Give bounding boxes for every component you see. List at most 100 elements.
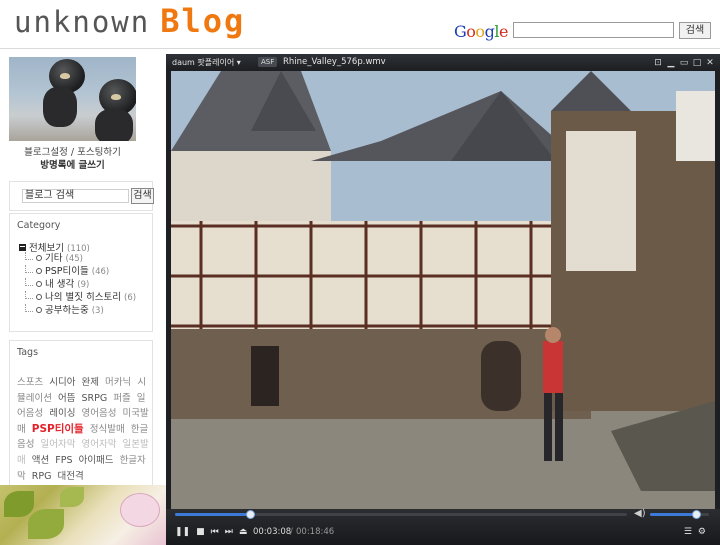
volume-handle[interactable] — [692, 510, 702, 519]
guestbook-link[interactable]: 방명록에 글쓰기 — [9, 159, 136, 172]
category-label: 기타 — [45, 253, 63, 264]
category-count: (3) — [91, 306, 104, 316]
google-logo: Google — [454, 22, 508, 41]
walking-person-leg — [544, 393, 552, 461]
google-letter: G — [454, 22, 467, 41]
stop-icon[interactable]: ■ — [196, 526, 205, 538]
blog-search-button[interactable]: 검색 — [131, 188, 154, 204]
admin-links[interactable]: 블로그설정 / 포스팅하기 — [9, 146, 136, 159]
category-item[interactable]: PSP티이들 (46) — [22, 265, 148, 278]
bullet-icon — [36, 294, 42, 300]
profile-image — [9, 57, 136, 141]
tag-link[interactable]: SRPG — [82, 393, 108, 404]
tag-link[interactable]: PSP티이들 — [32, 423, 84, 435]
right-timber-wall — [566, 131, 636, 271]
category-label: 나의 별짓 히스토리 — [45, 292, 121, 303]
tag-link[interactable]: 일어자막 — [41, 439, 76, 450]
tag-link[interactable]: 대전격 — [58, 471, 84, 482]
category-label: 내 생각 — [45, 279, 75, 290]
playback-buttons: ❚❚ ■ ⏮ ⏭ ⏏ — [175, 526, 253, 538]
seek-handle[interactable] — [246, 510, 256, 519]
player-brand-menu[interactable]: daum 팟플레이어 ▾ — [172, 57, 241, 68]
google-letter: g — [484, 22, 495, 41]
video-player: daum 팟플레이어 ▾ ASF Rhine_Valley_576p.wmv ⊡… — [166, 54, 720, 545]
player-titlebar[interactable]: daum 팟플레이어 ▾ ASF Rhine_Valley_576p.wmv ⊡… — [166, 54, 720, 71]
window-controls: ⊡ ▁ ▭ □ ✕ — [650, 57, 715, 68]
blog-logo-text: unknown — [14, 5, 151, 39]
video-scene — [171, 71, 715, 509]
tag-link[interactable]: 머카닉 — [105, 377, 131, 388]
bullet-icon — [36, 255, 42, 261]
walking-person-shirt — [543, 341, 563, 393]
sidebar-decoration-image — [0, 485, 166, 545]
bird-body — [95, 109, 133, 141]
seek-progress — [175, 513, 251, 516]
blog-search-input[interactable]: 블로그 검색 — [22, 189, 129, 203]
category-count: (9) — [77, 280, 90, 290]
tag-link[interactable]: 레이싱 — [49, 408, 75, 419]
volume-icon[interactable]: ◀) — [634, 508, 646, 519]
flower-shape — [120, 493, 160, 527]
format-badge: ASF — [258, 57, 278, 67]
tag-link[interactable]: 정식발매 — [90, 424, 125, 435]
player-brand: daum 팟플레이어 — [172, 58, 235, 67]
total-time: 00:18:46 — [296, 527, 335, 537]
stone-base — [171, 329, 591, 419]
leaf-shape — [4, 491, 34, 517]
bullet-icon — [36, 281, 42, 287]
seek-bar[interactable] — [175, 510, 627, 519]
settings-icon[interactable]: ⚙ — [698, 526, 706, 538]
tag-link[interactable]: RPG — [32, 471, 52, 482]
bird-beak — [60, 73, 70, 79]
restore-icon[interactable]: ▭ — [679, 58, 689, 68]
category-count: (45) — [65, 254, 83, 264]
category-item[interactable]: 내 생각 (9) — [22, 278, 148, 291]
pin-icon[interactable]: ⊡ — [653, 58, 663, 68]
category-item[interactable]: 기타 (45) — [22, 252, 148, 265]
previous-icon[interactable]: ⏮ — [211, 526, 219, 538]
minimize-icon[interactable]: ▁ — [666, 58, 676, 68]
blog-logo[interactable]: unknown Blog — [14, 2, 245, 46]
maximize-icon[interactable]: □ — [692, 58, 702, 68]
bullet-icon — [36, 268, 42, 274]
playlist-icon[interactable]: ☰ — [684, 526, 692, 538]
tag-link[interactable]: 시디아 — [49, 377, 75, 388]
tag-link[interactable]: FPS — [55, 455, 72, 466]
file-name: Rhine_Valley_576p.wmv — [283, 57, 386, 67]
tag-link[interactable]: 퍼즐 — [113, 393, 130, 404]
category-label: PSP티이들 — [45, 266, 89, 277]
volume-level — [650, 513, 697, 516]
tag-link[interactable]: 완제 — [82, 377, 99, 388]
category-item[interactable]: 공부하는중 (3) — [22, 304, 148, 317]
google-search-input[interactable] — [513, 22, 674, 38]
close-icon[interactable]: ✕ — [705, 58, 715, 68]
header-divider — [0, 48, 720, 49]
left-facade — [171, 151, 331, 221]
video-frame[interactable] — [171, 71, 715, 509]
eject-icon[interactable]: ⏏ — [239, 526, 248, 538]
pause-icon[interactable]: ❚❚ — [175, 526, 190, 538]
tag-link[interactable]: 어뜸 — [58, 393, 75, 404]
player-extra-buttons: ☰ ⚙ — [684, 526, 712, 538]
category-tree: 기타 (45) PSP티이들 (46) 내 생각 (9) 나의 별짓 히스토리 … — [22, 252, 148, 317]
blog-logo-highlight: Blog — [160, 2, 246, 40]
collapse-icon[interactable] — [19, 244, 26, 251]
current-time: 00:03:08 — [253, 527, 292, 537]
blog-search: 블로그 검색 검색 — [9, 181, 154, 211]
tag-link[interactable]: 아이패드 — [79, 455, 114, 466]
tag-link[interactable]: 스포츠 — [17, 377, 43, 388]
tag-link[interactable]: 영어음성 — [82, 408, 117, 419]
doorway — [251, 346, 279, 406]
google-search-button[interactable]: 검색 — [679, 22, 711, 39]
walking-person-head — [545, 327, 561, 343]
category-panel: Category 전체보기 (110) 기타 (45) PSP티이들 (46) … — [9, 213, 153, 332]
arched-door — [481, 341, 521, 411]
category-item[interactable]: 나의 별짓 히스토리 (6) — [22, 291, 148, 304]
tags-title: Tags — [17, 347, 39, 358]
tag-link[interactable]: 영어자막 — [82, 439, 117, 450]
next-icon[interactable]: ⏭ — [225, 526, 233, 538]
tag-link[interactable]: 액션 — [32, 455, 49, 466]
bird-beak — [111, 94, 121, 100]
volume-slider[interactable] — [650, 510, 709, 519]
player-controls: ◀) ❚❚ ■ ⏮ ⏭ ⏏ 00:03:08 / 00:18:46 ☰ ⚙ — [166, 508, 720, 545]
